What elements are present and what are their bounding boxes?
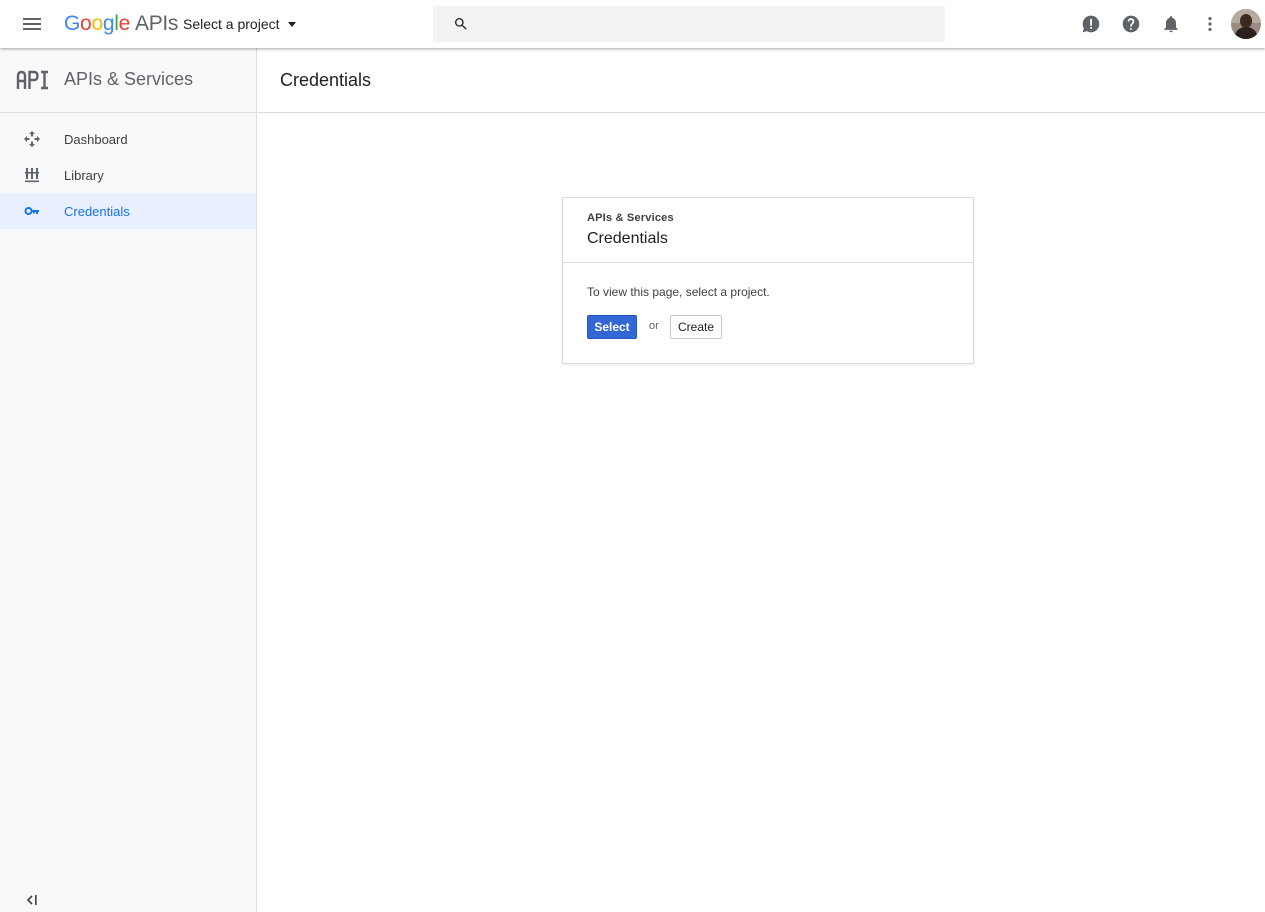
project-selector-label: Select a project [183,16,280,32]
select-button[interactable]: Select [587,315,637,339]
user-avatar[interactable] [1231,9,1261,39]
search-icon [455,18,467,30]
select-project-card: APIs & Services Credentials To view this… [562,197,974,364]
feedback-icon[interactable] [1079,12,1103,36]
hamburger-menu-icon[interactable] [16,8,48,40]
help-icon[interactable] [1119,12,1143,36]
card-eyebrow: APIs & Services [587,212,674,224]
sidebar-header: APIs & Services [0,48,256,113]
sidebar-title: APIs & Services [64,69,194,89]
sidebar-item-library[interactable]: Library [0,157,256,193]
or-separator: or [649,320,659,332]
create-button[interactable]: Create [670,315,722,339]
more-vert-icon[interactable] [1198,12,1222,36]
caret-down-icon [287,21,296,27]
notifications-icon[interactable] [1159,12,1183,36]
google-apis-logo[interactable]: Go o g l e APIs [64,12,178,36]
sidebar-item-label: Dashboard [64,131,128,147]
sidebar: APIs & Services Dashboard Library Creden… [0,48,257,912]
card-body: To view this page, select a project. Sel… [563,263,973,363]
main-content: Credentials APIs & Services Credentials … [257,48,1265,912]
sidebar-item-credentials[interactable]: Credentials [0,193,256,229]
dashboard-icon [23,130,41,148]
project-selector[interactable]: Select a project [183,14,296,34]
card-title: Credentials [587,230,668,247]
search-bar[interactable] [433,6,945,42]
sidebar-nav: Dashboard Library Credentials [0,113,256,229]
collapse-sidebar-icon[interactable] [22,892,42,908]
card-message: To view this page, select a project. [587,285,770,299]
sidebar-item-dashboard[interactable]: Dashboard [0,121,256,157]
card-header: APIs & Services Credentials [563,198,973,263]
key-icon [23,202,41,220]
page-title: Credentials [280,70,372,90]
top-app-bar: Go o g l e APIs Select a project [0,0,1265,48]
page-header: Credentials [257,48,1265,113]
api-logo-icon [16,70,48,90]
search-input[interactable] [479,6,945,42]
sidebar-item-label: Library [64,167,104,183]
library-icon [23,166,41,184]
sidebar-item-label: Credentials [64,203,130,219]
